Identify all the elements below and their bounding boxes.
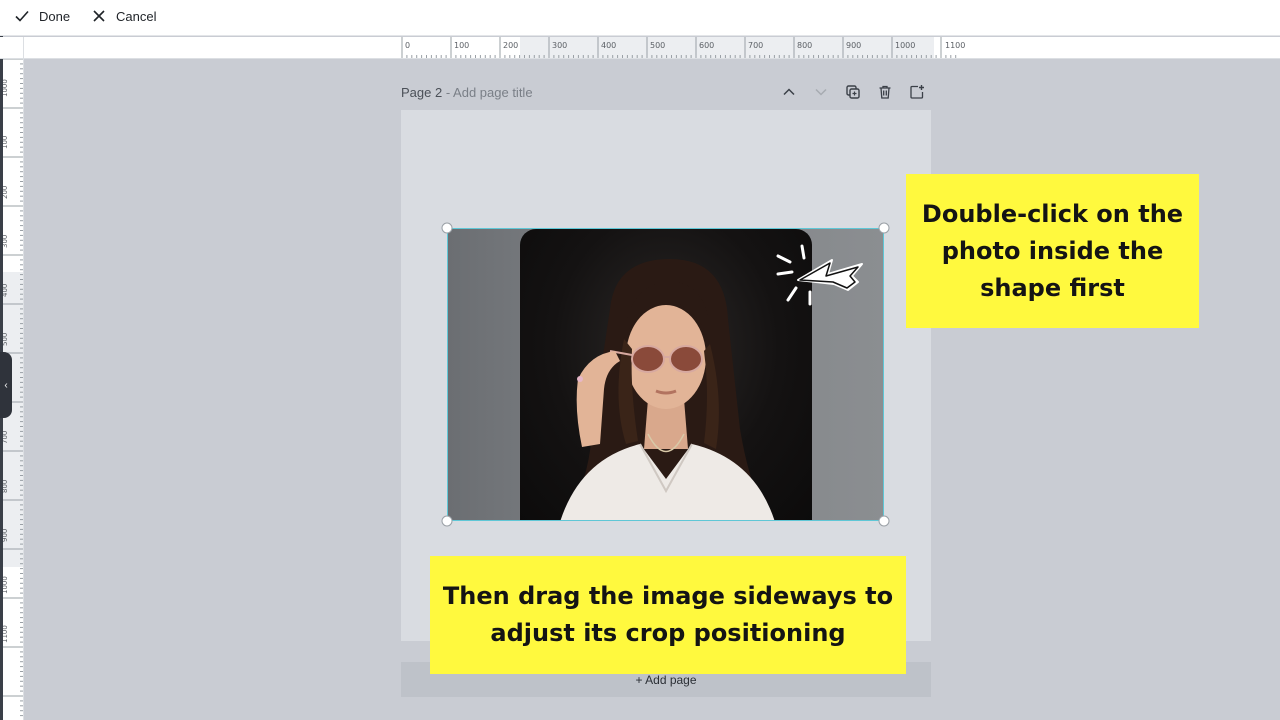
ruler-x-label: 800	[797, 41, 813, 50]
page-number: Page 2	[401, 85, 443, 100]
cancel-button[interactable]: Cancel	[91, 0, 156, 32]
trash-icon	[879, 85, 891, 99]
collapse-panel-button[interactable]: ‹	[0, 352, 12, 418]
delete-page-button[interactable]	[876, 83, 894, 101]
ruler-x-label: 400	[601, 41, 617, 50]
ruler-x-label: 700	[748, 41, 764, 50]
done-button[interactable]: Done	[14, 0, 70, 32]
chevron-left-icon: ‹	[4, 379, 8, 391]
duplicate-page-button[interactable]	[844, 83, 862, 101]
resize-handle-top-left[interactable]	[441, 222, 453, 234]
instruction-callout-first: Double-click on the photo inside the sha…	[906, 174, 1199, 328]
ruler-x-label: 600	[699, 41, 715, 50]
ruler-x-label: 1000	[895, 41, 916, 50]
ruler-x-label: 100	[454, 41, 470, 50]
add-page-button[interactable]	[908, 83, 926, 101]
page-title[interactable]: Page 2 - Add page title	[401, 85, 533, 100]
add-page-label: + Add page	[635, 672, 697, 687]
chevron-down-icon	[815, 88, 827, 96]
instruction-text-first: Double-click on the photo inside the sha…	[921, 199, 1184, 302]
done-label: Done	[39, 8, 71, 24]
resize-handle-bottom-right[interactable]	[878, 515, 890, 527]
cancel-label: Cancel	[116, 8, 157, 24]
woman-with-sunglasses-photo[interactable]	[520, 229, 812, 520]
ruler-x-label: 300	[552, 41, 568, 50]
instruction-text-second: Then drag the image sideways to adjust i…	[442, 582, 894, 647]
resize-handle-top-right[interactable]	[878, 222, 890, 234]
ruler-ticks-x	[401, 37, 957, 58]
ruler-x-label: 200	[503, 41, 519, 50]
ruler-x-label: 500	[650, 41, 666, 50]
duplicate-icon	[846, 85, 860, 99]
photo-illustration	[560, 259, 775, 520]
ruler-corner	[0, 37, 24, 59]
instruction-callout-second: Then drag the image sideways to adjust i…	[430, 556, 906, 674]
ruler-x-label: 900	[846, 41, 862, 50]
move-page-up-button[interactable]	[780, 83, 798, 101]
page-title-separator: -	[442, 85, 454, 100]
resize-handle-bottom-left[interactable]	[441, 515, 453, 527]
check-icon	[15, 10, 29, 22]
top-toolbar: Done Cancel	[0, 0, 1280, 36]
ruler-x-label: 1100	[945, 41, 966, 50]
close-icon	[93, 10, 105, 22]
ruler-x-label: 0	[405, 41, 411, 50]
chevron-up-icon	[783, 88, 795, 96]
click-cursor-icon	[776, 244, 863, 306]
page-actions	[780, 83, 926, 101]
add-page-icon	[910, 85, 924, 99]
horizontal-ruler: 0 100 200 300 400 500 600 700 800 900 10…	[0, 37, 1280, 59]
page-title-placeholder[interactable]: Add page title	[453, 85, 533, 100]
move-page-down-button[interactable]	[812, 83, 830, 101]
